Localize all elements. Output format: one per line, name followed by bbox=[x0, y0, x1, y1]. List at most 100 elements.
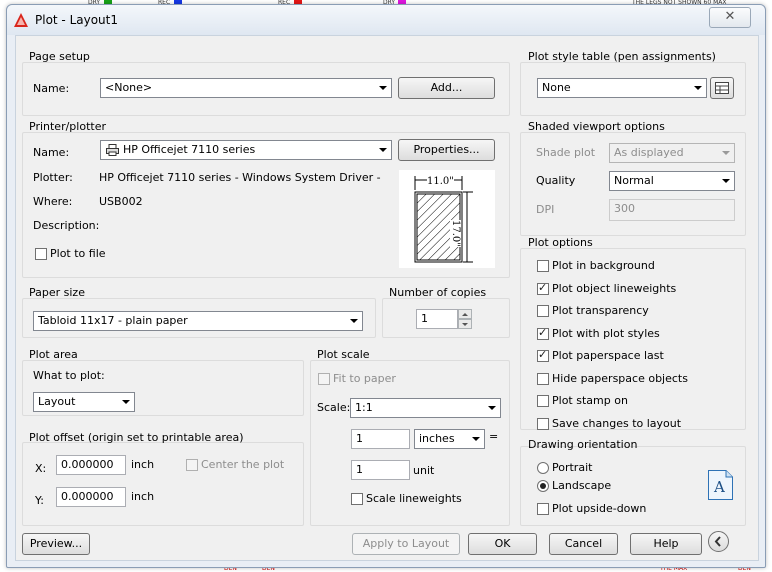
scale-label: Scale: bbox=[317, 401, 351, 414]
close-button[interactable]: ✕ bbox=[709, 7, 751, 28]
quality-dropdown[interactable]: Normal bbox=[609, 171, 735, 191]
plot-option-label: Save changes to layout bbox=[552, 417, 682, 430]
table-edit-icon bbox=[715, 82, 729, 94]
shade-plot-dropdown[interactable]: As displayed bbox=[609, 143, 735, 163]
portrait-label: Portrait bbox=[552, 461, 593, 474]
paper-size-dropdown[interactable]: Tabloid 11x17 - plain paper bbox=[33, 311, 363, 331]
plot-option-checkbox[interactable] bbox=[537, 418, 549, 430]
checkmark-icon: ✓ bbox=[538, 326, 548, 339]
chevron-down-icon bbox=[472, 437, 480, 441]
chevron-down-icon bbox=[722, 151, 730, 155]
apply-to-layout-button[interactable]: Apply to Layout bbox=[352, 533, 460, 555]
spin-down-icon[interactable] bbox=[458, 319, 472, 329]
scale-dropdown[interactable]: 1:1 bbox=[350, 398, 501, 418]
plot-options-title: Plot options bbox=[528, 236, 593, 249]
offset-y-input[interactable]: 0.000000 bbox=[56, 487, 126, 507]
plot-option-checkbox[interactable] bbox=[537, 395, 549, 407]
plot-upside-down-label: Plot upside-down bbox=[552, 502, 647, 515]
plot-option-label: Plot with plot styles bbox=[552, 327, 660, 340]
preview-button[interactable]: Preview... bbox=[22, 533, 90, 555]
offset-x-input[interactable]: 0.000000 bbox=[56, 455, 126, 475]
center-plot-checkbox[interactable] bbox=[186, 459, 198, 471]
spin-up-icon[interactable] bbox=[458, 309, 472, 319]
drawing-orientation-title: Drawing orientation bbox=[528, 438, 638, 451]
scale-value: 1:1 bbox=[355, 401, 373, 414]
fit-to-paper-checkbox[interactable] bbox=[318, 373, 330, 385]
paper-size-value: Tabloid 11x17 - plain paper bbox=[38, 314, 188, 327]
plot-style-title: Plot style table (pen assignments) bbox=[528, 50, 716, 63]
plot-option-label: Plot transparency bbox=[552, 304, 649, 317]
plot-option-checkbox[interactable] bbox=[537, 305, 549, 317]
plot-style-value: None bbox=[542, 81, 571, 94]
paper-size-title: Paper size bbox=[29, 286, 85, 299]
where-value: USB002 bbox=[99, 195, 143, 208]
what-to-plot-value: Layout bbox=[38, 395, 76, 408]
plot-style-dropdown[interactable]: None bbox=[537, 78, 707, 98]
copies-input[interactable]: 1 bbox=[416, 309, 458, 329]
plot-area-title: Plot area bbox=[29, 348, 78, 361]
title-bar[interactable]: Plot - Layout1 ✕ bbox=[7, 5, 765, 35]
chevron-down-icon bbox=[694, 86, 702, 90]
page-setup-name-label: Name: bbox=[33, 82, 70, 95]
chevron-down-icon bbox=[379, 86, 387, 90]
plot-option-label: Hide paperspace objects bbox=[552, 372, 688, 385]
offset-y-unit: inch bbox=[131, 490, 155, 503]
page-setup-name-dropdown[interactable]: <None> bbox=[100, 78, 392, 98]
scale-unit-label: unit bbox=[413, 464, 435, 477]
quality-label: Quality bbox=[536, 174, 576, 187]
plot-to-file-label: Plot to file bbox=[50, 247, 106, 260]
plotter-label: Plotter: bbox=[33, 171, 73, 184]
plot-offset-title: Plot offset (origin set to printable are… bbox=[29, 431, 244, 444]
portrait-radio[interactable] bbox=[537, 462, 549, 474]
printer-name-label: Name: bbox=[33, 146, 70, 159]
shade-plot-label: Shade plot bbox=[536, 146, 596, 159]
what-to-plot-dropdown[interactable]: Layout bbox=[33, 392, 135, 412]
fit-to-paper-label: Fit to paper bbox=[333, 372, 396, 385]
collapse-options-button[interactable] bbox=[708, 531, 729, 552]
plot-option-checkbox[interactable] bbox=[537, 260, 549, 272]
paper-width-label: 11.0" bbox=[427, 176, 454, 187]
plot-option-checkbox[interactable]: ✓ bbox=[537, 281, 549, 295]
scale-equals: = bbox=[489, 430, 499, 443]
plot-option-label: Plot stamp on bbox=[552, 394, 628, 407]
scale-unit-input[interactable]: 1 bbox=[351, 460, 410, 480]
scale-inches-input[interactable]: 1 bbox=[351, 429, 410, 449]
copies-title: Number of copies bbox=[389, 286, 487, 299]
plot-option-checkbox[interactable]: ✓ bbox=[537, 348, 549, 362]
plot-scale-title: Plot scale bbox=[317, 348, 370, 361]
dpi-input[interactable]: 300 bbox=[609, 199, 735, 221]
plot-upside-down-checkbox[interactable] bbox=[537, 503, 549, 515]
plot-option-label: Plot object lineweights bbox=[552, 282, 677, 295]
window-title: Plot - Layout1 bbox=[35, 13, 119, 27]
copies-spinner[interactable] bbox=[458, 309, 472, 329]
plot-to-file-checkbox[interactable] bbox=[35, 248, 47, 260]
edit-plot-style-button[interactable] bbox=[710, 77, 734, 99]
chevron-down-icon bbox=[722, 179, 730, 183]
add-page-setup-button[interactable]: Add... bbox=[398, 77, 495, 99]
plot-option-label: Plot paperspace last bbox=[552, 349, 664, 362]
dialog-body: Page setup Name: <None> Add... Printer/p… bbox=[15, 35, 759, 561]
plot-option-checkbox[interactable] bbox=[537, 373, 549, 385]
plot-option-checkbox[interactable]: ✓ bbox=[537, 326, 549, 340]
what-to-plot-label: What to plot: bbox=[33, 369, 105, 382]
printer-properties-button[interactable]: Properties... bbox=[398, 139, 495, 161]
checkmark-icon: ✓ bbox=[538, 281, 548, 294]
chevron-down-icon bbox=[379, 148, 387, 152]
page-setup-name-value: <None> bbox=[105, 81, 153, 94]
chevron-down-icon bbox=[350, 319, 358, 323]
quality-value: Normal bbox=[614, 174, 654, 187]
printer-plotter-title: Printer/plotter bbox=[29, 120, 106, 133]
shaded-viewport-title: Shaded viewport options bbox=[528, 120, 665, 133]
ok-button[interactable]: OK bbox=[468, 533, 537, 555]
printer-name-dropdown[interactable]: HP Officejet 7110 series bbox=[100, 140, 392, 160]
chevron-left-icon bbox=[714, 536, 721, 547]
checkmark-icon: ✓ bbox=[538, 348, 548, 361]
scale-units-dropdown[interactable]: inches bbox=[414, 429, 485, 449]
help-button[interactable]: Help bbox=[630, 533, 702, 555]
shade-plot-value: As displayed bbox=[614, 146, 684, 159]
cancel-button[interactable]: Cancel bbox=[549, 533, 618, 555]
scale-lineweights-checkbox[interactable] bbox=[351, 493, 363, 505]
landscape-radio[interactable] bbox=[537, 480, 549, 492]
chevron-down-icon bbox=[122, 400, 130, 404]
dpi-label: DPI bbox=[536, 203, 555, 216]
